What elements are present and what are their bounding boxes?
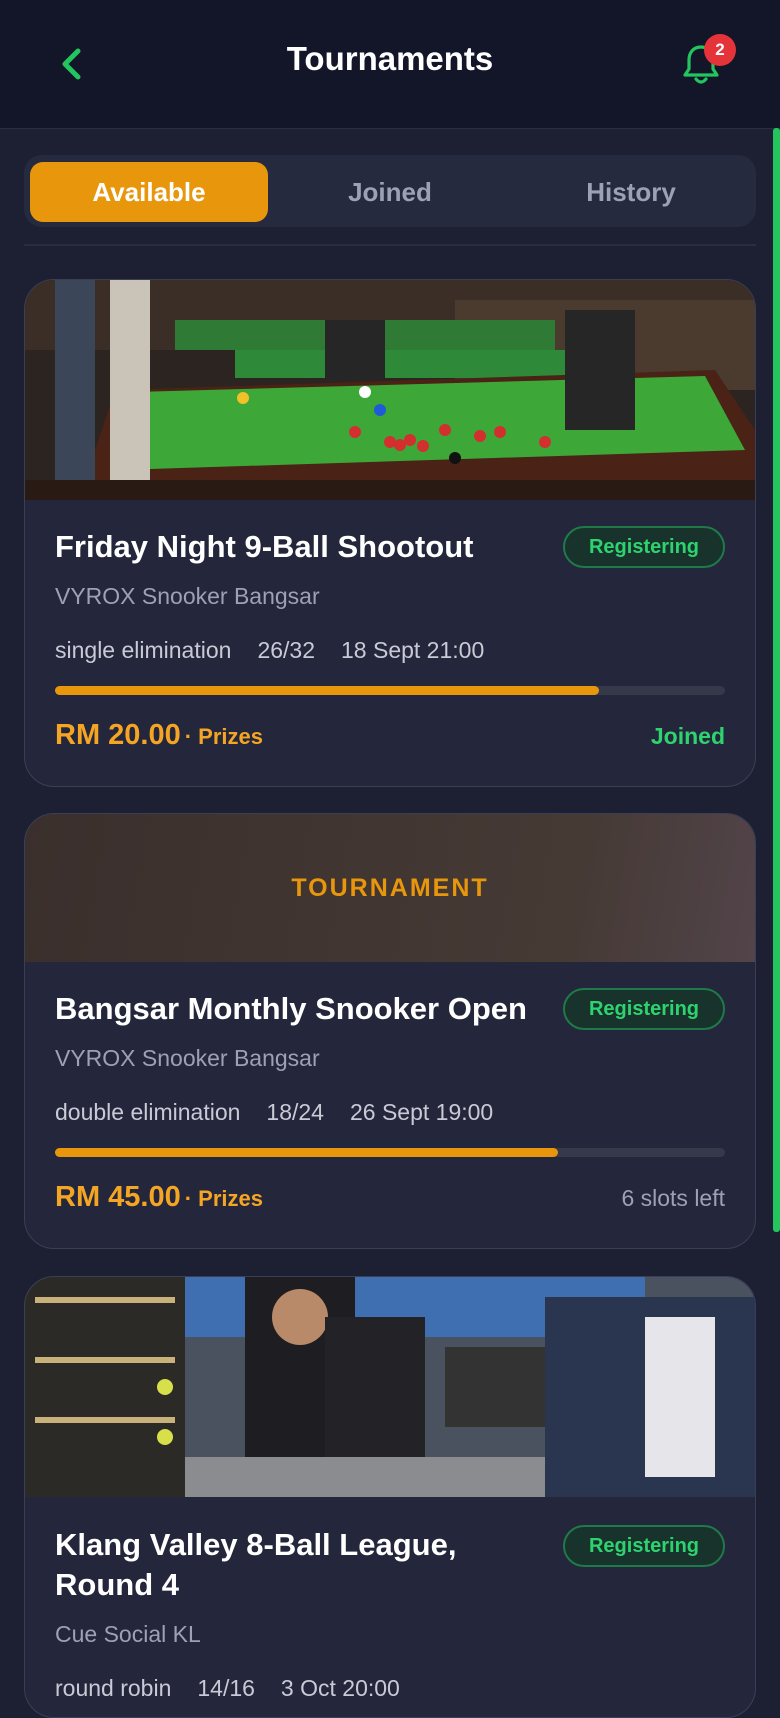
slots-count: 26/32 [257,637,315,663]
joined-label: Joined [650,723,725,749]
notification-badge: 2 [704,34,736,66]
prizes-link[interactable]: · Prizes [185,1186,263,1211]
venue-name: Cue Social KL [55,1621,201,1647]
progress-fill [55,686,600,695]
tournament-card[interactable]: Friday Night 9-Ball Shootout Registering… [24,279,756,787]
slots-left: 6 slots left [621,1185,725,1211]
tab-bar: Available Joined History [24,155,756,227]
prizes-link[interactable]: · Prizes [185,724,263,749]
tournament-image [25,280,755,500]
tab-available[interactable]: Available [30,162,268,222]
format-label: single elimination [55,637,232,663]
progress-fill [55,1148,558,1157]
top-bar: Tournaments 2 [0,0,780,129]
date-time: 3 Oct 20:00 [280,1675,400,1701]
registration-progress [55,1148,725,1157]
pro-shop-counter-photo [25,1277,755,1497]
fee-amount: RM 20.00 [55,719,181,751]
entry-fee: RM 20.00 · Prizes [55,719,263,752]
registration-progress [55,686,725,695]
tournament-name: Klang Valley 8-Ball League, Round 4 [55,1527,457,1602]
venue-name: VYROX Snooker Bangsar [55,583,320,609]
tournament-meta: single elimination 26/32 18 Sept 21:00 [55,637,510,664]
entry-fee: RM 45.00 · Prizes [55,1181,263,1214]
tournament-card[interactable]: TOURNAMENT Bangsar Monthly Snooker Open … [24,813,756,1249]
tournament-image [25,1277,755,1497]
tab-joined[interactable]: Joined [271,162,509,222]
format-label: round robin [55,1675,172,1701]
venue-name: VYROX Snooker Bangsar [55,1045,320,1071]
tab-history[interactable]: History [512,162,750,222]
fee-amount: RM 45.00 [55,1181,181,1213]
date-time: 18 Sept 21:00 [341,637,485,663]
status-badge: Registering [563,526,725,568]
slots-count: 18/24 [266,1099,324,1125]
snooker-hall-photo [25,280,755,500]
page-title: Tournaments [286,40,494,77]
status-badge: Registering [563,1525,725,1567]
status-badge: Registering [563,988,725,1030]
slots-count: 14/16 [197,1675,255,1701]
divider [24,244,756,246]
tournament-image-placeholder: TOURNAMENT [25,814,755,962]
tournament-meta: round robin 14/16 3 Oct 20:00 [55,1675,426,1702]
tournament-name: Friday Night 9-Ball Shootout [55,529,474,564]
date-time: 26 Sept 19:00 [349,1099,494,1125]
tournament-card[interactable]: Klang Valley 8-Ball League, Round 4 Regi… [24,1276,756,1718]
tournament-meta: double elimination 18/24 26 Sept 19:00 [55,1099,519,1126]
placeholder-label: TOURNAMENT [291,873,489,902]
format-label: double elimination [55,1099,241,1125]
scrollbar[interactable] [773,128,780,1232]
tournament-name: Bangsar Monthly Snooker Open [55,991,527,1026]
